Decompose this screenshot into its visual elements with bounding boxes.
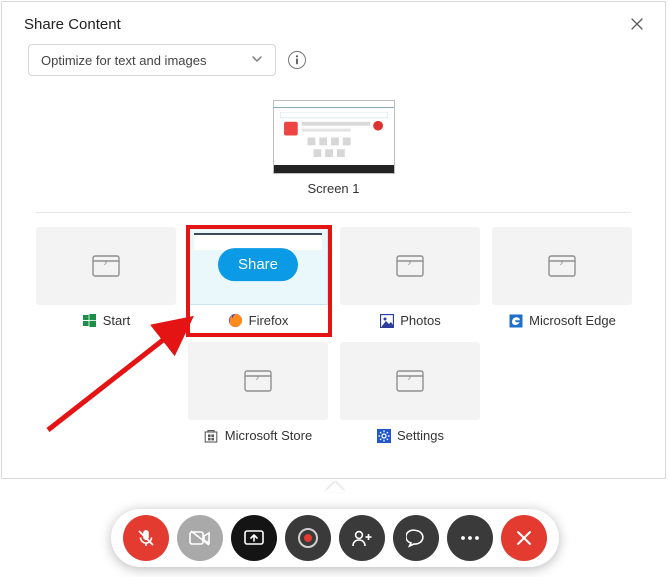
screen-label: Screen 1 bbox=[307, 181, 359, 196]
window-icon bbox=[396, 370, 424, 392]
meeting-toolbar bbox=[111, 509, 559, 567]
app-option-start[interactable]: Start bbox=[36, 227, 176, 328]
window-icon bbox=[548, 255, 576, 277]
firefox-icon bbox=[228, 313, 243, 328]
app-option-firefox[interactable]: Share Firefox bbox=[188, 227, 328, 328]
settings-icon bbox=[376, 428, 391, 443]
optimize-select[interactable]: Optimize for text and images bbox=[28, 44, 276, 76]
app-label: Start bbox=[103, 313, 130, 328]
app-option-edge[interactable]: Microsoft Edge bbox=[492, 227, 632, 328]
app-option-settings[interactable]: Settings bbox=[340, 342, 480, 443]
app-thumb-photos bbox=[340, 227, 480, 305]
optimize-value: Optimize for text and images bbox=[41, 53, 206, 68]
app-thumb-firefox: Share bbox=[188, 227, 328, 305]
optimize-row: Optimize for text and images bbox=[2, 42, 665, 90]
app-label: Photos bbox=[400, 313, 440, 328]
app-option-photos[interactable]: Photos bbox=[340, 227, 480, 328]
divider bbox=[36, 212, 631, 213]
app-option-msstore[interactable]: Microsoft Store bbox=[188, 342, 328, 443]
app-label: Microsoft Store bbox=[225, 428, 312, 443]
share-screen-icon bbox=[243, 528, 265, 548]
app-thumb-edge bbox=[492, 227, 632, 305]
panel-header: Share Content bbox=[2, 2, 665, 42]
record-button[interactable] bbox=[285, 515, 331, 561]
share-content-panel: Share Content Optimize for text and imag… bbox=[1, 1, 666, 479]
edge-icon bbox=[508, 313, 523, 328]
toolbar-caret bbox=[325, 482, 345, 492]
more-icon bbox=[460, 535, 480, 541]
more-button[interactable] bbox=[447, 515, 493, 561]
screen-thumbnail bbox=[273, 100, 395, 174]
record-icon bbox=[298, 528, 318, 548]
photos-icon bbox=[379, 313, 394, 328]
chevron-down-icon bbox=[251, 53, 263, 68]
share-content-button[interactable] bbox=[231, 515, 277, 561]
window-icon bbox=[396, 255, 424, 277]
meeting-toolbar-area bbox=[0, 480, 669, 577]
window-icon bbox=[244, 370, 272, 392]
app-thumb-msstore bbox=[188, 342, 328, 420]
share-content-body: Screen 1 Start bbox=[2, 98, 665, 478]
participants-icon bbox=[351, 529, 373, 547]
screen-preview-icon bbox=[280, 112, 388, 161]
end-call-button[interactable] bbox=[501, 515, 547, 561]
app-label: Firefox bbox=[249, 313, 289, 328]
panel-title: Share Content bbox=[24, 16, 121, 33]
app-label: Settings bbox=[397, 428, 444, 443]
chat-icon bbox=[406, 528, 426, 548]
start-icon bbox=[82, 313, 97, 328]
content-scroll[interactable]: Screen 1 Start bbox=[2, 98, 665, 478]
window-icon bbox=[92, 255, 120, 277]
share-button[interactable]: Share bbox=[218, 248, 298, 281]
app-thumb-settings bbox=[340, 342, 480, 420]
msstore-icon bbox=[204, 428, 219, 443]
mute-button[interactable] bbox=[123, 515, 169, 561]
close-icon bbox=[631, 18, 643, 30]
app-label: Microsoft Edge bbox=[529, 313, 616, 328]
app-thumb-start bbox=[36, 227, 176, 305]
info-button[interactable] bbox=[288, 51, 306, 69]
screen-option[interactable]: Screen 1 bbox=[36, 100, 631, 196]
participants-button[interactable] bbox=[339, 515, 385, 561]
video-off-icon bbox=[189, 530, 211, 546]
mic-muted-icon bbox=[136, 528, 156, 548]
apps-grid: Start Share Firefox bbox=[36, 227, 631, 443]
video-button[interactable] bbox=[177, 515, 223, 561]
close-icon bbox=[516, 530, 532, 546]
chat-button[interactable] bbox=[393, 515, 439, 561]
info-icon bbox=[293, 55, 301, 65]
close-button[interactable] bbox=[627, 14, 647, 34]
